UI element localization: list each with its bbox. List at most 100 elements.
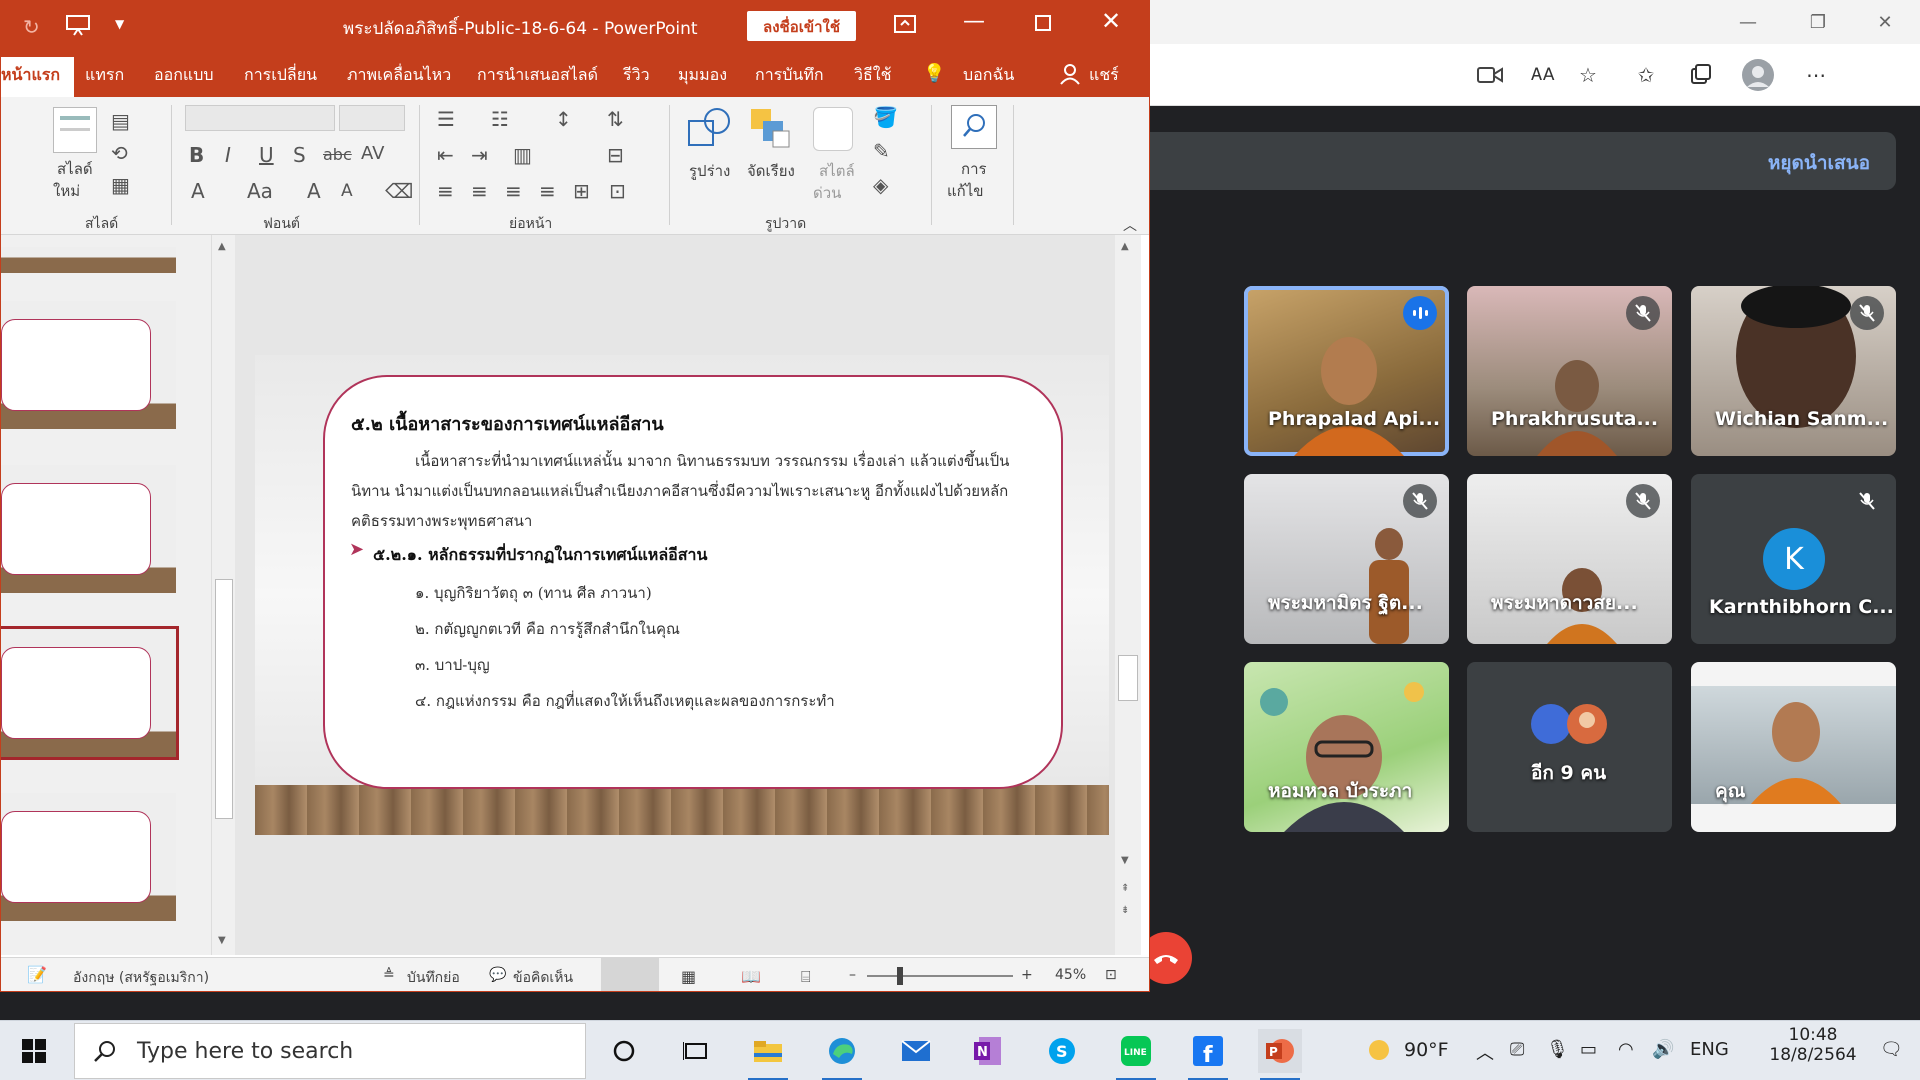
share-button[interactable]: แชร์ [1089,63,1119,88]
font-size-select[interactable] [339,105,405,131]
shrink-font-icon[interactable]: A [341,181,353,201]
wifi-icon[interactable]: ◠ [1618,1039,1634,1060]
zoom-in-icon[interactable]: + [1021,967,1033,983]
grow-font-icon[interactable]: A [307,179,321,203]
tab-transitions[interactable]: การเปลี่ยน [244,63,317,88]
participant-tile[interactable]: Phrakhrusuta... [1467,286,1672,456]
onenote-icon[interactable]: N [966,1029,1010,1073]
spelling-icon[interactable]: 📝 [27,965,47,984]
tab-home[interactable]: หน้าแรก [1,57,75,97]
quick-styles-icon[interactable] [813,107,853,151]
fit-to-window-icon[interactable]: ⊡ [1105,967,1117,983]
weather-icon[interactable] [1366,1037,1392,1067]
chevron-up-icon[interactable]: ︿ [1476,1039,1494,1065]
close-icon[interactable]: ✕ [1850,0,1920,44]
underline-icon[interactable]: U [259,143,274,167]
justify-icon[interactable]: ≡ [539,179,556,203]
redo-icon[interactable]: ↻ [23,15,40,39]
font-color-icon[interactable]: A [191,179,205,203]
distribute-icon[interactable]: ⊞ [573,179,590,203]
shape-fill-icon[interactable]: 🪣 [873,105,898,129]
line-spacing-icon[interactable]: ↕ [555,107,572,131]
line-app-icon[interactable]: LINE [1114,1029,1158,1080]
tab-help[interactable]: วิธีใช้ [854,63,891,88]
slide-thumbnail[interactable] [1,793,176,921]
bullets-icon[interactable]: ☰ [437,107,455,131]
tab-recording[interactable]: การบันทึก [755,63,824,88]
align-left-icon[interactable]: ≡ [437,179,454,203]
tab-slideshow[interactable]: การนำเสนอสไลด์ [477,63,598,88]
layout-icon[interactable]: ▤ [111,109,130,133]
quick-styles-button[interactable]: สไตล์ [819,159,855,183]
reset-icon[interactable]: ⟲ [111,141,128,165]
windows-start-icon[interactable] [12,1029,56,1073]
slide-thumbnail[interactable] [1,301,176,429]
ribbon-display-icon[interactable] [893,13,917,39]
new-slide-button[interactable]: สไลด์ [57,157,93,181]
tab-review[interactable]: รีวิว [623,63,650,88]
slide-canvas[interactable]: ๕.๒ เนื้อหาสาระของการเทศน์แหล่อีสาน เนื้… [255,355,1109,835]
add-favorite-icon[interactable]: ☆ [1570,58,1606,92]
notes-button[interactable]: บันทึกย่อ [407,967,460,989]
slide-sorter-icon[interactable]: ▦ [681,967,696,986]
notifications-icon[interactable]: 🗨 [1880,1039,1903,1060]
italic-icon[interactable]: I [225,143,231,167]
font-name-select[interactable] [185,105,335,131]
collections-icon[interactable] [1683,58,1719,92]
tell-me-box[interactable]: บอกฉัน [963,63,1014,88]
slide-thumbnail-selected[interactable] [1,626,179,760]
comments-button[interactable]: ข้อคิดเห็น [513,967,573,989]
slideshow-icon[interactable]: ⌸ [801,967,811,987]
align-right-icon[interactable]: ≡ [505,179,522,203]
shapes-icon[interactable] [687,107,733,155]
shadow-icon[interactable]: S [293,143,306,167]
new-slide-icon[interactable] [53,107,97,153]
edge-icon[interactable] [820,1029,864,1080]
participant-tile[interactable]: พระมหามิตร ฐิต... [1244,474,1449,644]
participant-tile[interactable]: K Karnthibhorn C... [1691,474,1896,644]
numbering-icon[interactable]: ☷ [491,107,509,131]
shape-outline-icon[interactable]: ✎ [873,139,890,163]
close-icon[interactable]: ✕ [1101,7,1121,35]
tab-animations[interactable]: ภาพเคลื่อนไหว [347,63,451,88]
increase-indent-icon[interactable]: ⇥ [471,143,488,167]
shapes-button[interactable]: รูปร่าง [689,159,730,183]
facebook-icon[interactable]: f [1186,1029,1230,1080]
minimize-icon[interactable]: — [1713,0,1783,44]
participant-tile[interactable]: หอมหวล บัวระภา [1244,662,1449,832]
more-menu-icon[interactable]: ⋯ [1798,58,1834,92]
collapse-ribbon-icon[interactable]: ︿ [1123,215,1137,235]
thumbnail-scrollbar[interactable]: ▲ ▼ [211,235,235,955]
tab-view[interactable]: มุมมอง [678,63,727,88]
slide-thumbnail[interactable] [1,465,176,593]
align-center-icon[interactable]: ≡ [471,179,488,203]
decrease-indent-icon[interactable]: ⇤ [437,143,454,167]
mail-icon[interactable] [894,1029,938,1073]
meet-now-icon[interactable]: ⎚ [1510,1039,1524,1060]
profile-avatar[interactable] [1740,58,1776,92]
normal-view-icon[interactable] [601,958,659,991]
editing-button[interactable]: การ [961,157,987,181]
clear-format-icon[interactable]: ⌫ [385,179,413,203]
minimize-icon[interactable]: — [963,9,985,34]
favorites-icon[interactable]: ✩ [1628,58,1664,92]
reading-view-icon[interactable]: 📖 [741,967,761,986]
zoom-out-icon[interactable]: – [849,967,856,983]
find-icon[interactable] [951,105,997,149]
qat-dropdown-icon[interactable]: ▼ [115,17,124,31]
file-explorer-icon[interactable] [746,1029,790,1080]
microphone-icon[interactable]: 🎙 [1546,1039,1569,1060]
language-status[interactable]: อังกฤษ (สหรัฐอเมริกา) [73,967,209,989]
zoom-level[interactable]: 45% [1055,967,1086,983]
strikethrough-icon[interactable]: abc [323,145,352,164]
sign-in-button[interactable]: ลงชื่อเข้าใช้ [747,11,857,41]
stop-presenting-button[interactable]: หยุดนำเสนอ [1768,148,1870,178]
read-aloud-icon[interactable]: ᎪA [1525,58,1561,92]
input-language[interactable]: ENG [1690,1039,1729,1060]
change-case-icon[interactable]: Aa [247,179,273,203]
tab-design[interactable]: ออกแบบ [154,63,214,88]
bold-icon[interactable]: B [189,143,204,167]
weather-temp[interactable]: 90°F [1404,1039,1449,1061]
powerpoint-taskbar-icon[interactable]: P [1258,1029,1302,1080]
clock[interactable]: 10:48 18/8/2564 [1758,1025,1868,1065]
